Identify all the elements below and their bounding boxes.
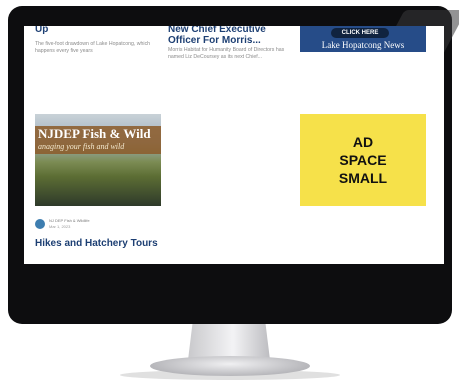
- click-here-button[interactable]: CLICK HERE: [331, 28, 389, 38]
- ad-banner-click-here[interactable]: CLICK HERE Lake Hopatcong News: [300, 26, 426, 52]
- article-title[interactable]: New Chief Executive Officer For Morris..…: [168, 26, 290, 46]
- author-meta: NJ DEP Fish & Wildlife Mar 1, 2023: [35, 218, 165, 232]
- article-thumbnail[interactable]: NJDEP Fish & Wild anaging your fish and …: [35, 114, 161, 206]
- avatar: [35, 219, 45, 229]
- article-excerpt: The five-foot drawdown of Lake Hopatcong…: [35, 41, 151, 54]
- monitor-stand-neck: [188, 320, 270, 360]
- article-excerpt: Morris Habitat for Humanity Board of Dir…: [168, 47, 285, 60]
- ad-space-small[interactable]: AD SPACE SMALL: [300, 114, 426, 206]
- lake-hopatcong-news-logo: Lake Hopatcong News: [321, 40, 405, 50]
- thumbnail-title: NJDEP Fish & Wild: [38, 126, 151, 141]
- post-date: Mar 1, 2023: [49, 224, 71, 229]
- screen: Up The five-foot drawdown of Lake Hopatc…: [24, 26, 444, 264]
- article-title[interactable]: Up: [35, 26, 161, 35]
- thumbnail-banner: NJDEP Fish & Wild anaging your fish and …: [35, 126, 161, 154]
- author-name[interactable]: NJ DEP Fish & Wildlife: [49, 218, 90, 223]
- monitor-stand-base: [150, 356, 310, 376]
- article-title[interactable]: Hikes and Hatchery Tours: [35, 238, 161, 249]
- thumbnail-subtitle: anaging your fish and wild: [38, 142, 125, 151]
- ad-space-text: AD SPACE SMALL: [338, 134, 388, 186]
